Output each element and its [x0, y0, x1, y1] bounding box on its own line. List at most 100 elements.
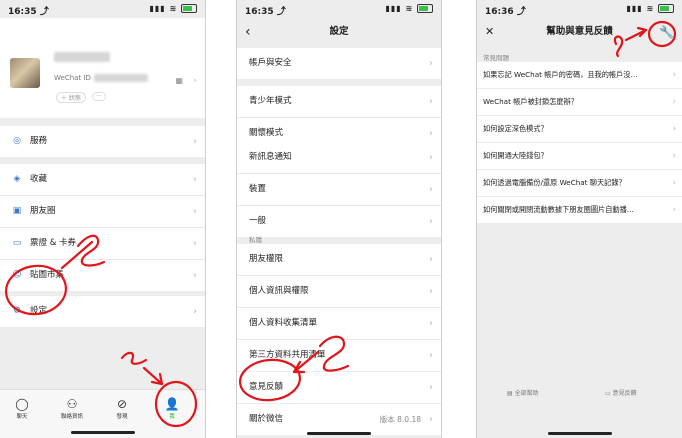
faq-item[interactable]: WeChat 帳戶被封鎖怎麼辦？ ›: [477, 89, 682, 116]
settings-item-devices[interactable]: 裝置 ›: [237, 174, 441, 206]
faq-item[interactable]: 如果忘記 WeChat 帳戶的密碼，且我的帳戶沒… ›: [477, 62, 682, 89]
profile-card[interactable]: WeChat ID ＋ 狀態 ··· ▦ ›: [0, 18, 205, 118]
item-label: 第三方資料共用清單: [249, 350, 326, 360]
item-label: 青少年模式: [249, 96, 292, 106]
settings-item-about[interactable]: 關於微信 版本 8.0.18 ›: [237, 404, 441, 435]
chevron-right-icon: ›: [672, 97, 676, 107]
chevron-right-icon: ›: [193, 174, 197, 185]
tab-chats[interactable]: ◯ 聊天: [2, 396, 42, 420]
phone-help-screen: 16:36 ⤴ ▮▮▮ ≋ ✕ 幫助與意見反饋 🔧 常見問題 如果忘記 WeCh…: [476, 0, 682, 438]
phone-settings-screen: 16:35 ⤴ ▮▮▮ ≋ ‹ 設定 帳戶與安全 › 青少年模式 › 關懷模式 › 新…: [236, 0, 442, 438]
settings-item-general[interactable]: 一般 ›: [237, 206, 441, 237]
status-pill[interactable]: ＋ 狀態: [56, 92, 86, 103]
faq-item[interactable]: 如何透過電腦備份/還原 WeChat 聊天記錄？ ›: [477, 170, 682, 197]
chevron-right-icon: ›: [193, 238, 197, 249]
faq-text: 如何設定深色模式？: [483, 124, 548, 133]
settings-item-personal-info[interactable]: 個人資訊與權限 ›: [237, 276, 441, 308]
close-icon[interactable]: ✕: [485, 18, 494, 46]
faq-section-header: 常見問題: [483, 54, 509, 62]
moments-icon: ▣: [12, 206, 22, 216]
chevron-right-icon: ›: [672, 124, 676, 134]
discover-icon: ⊘: [116, 397, 128, 411]
signal-icon: ▮▮▮ ≋: [386, 4, 433, 13]
contacts-icon: ⚇: [66, 397, 78, 411]
chevron-right-icon: ›: [429, 152, 433, 163]
nav-bar: ‹ 設定: [237, 18, 441, 46]
main-menu-group: ◈ 收藏 › ▣ 朋友圈 › ▭ 票證 & 卡券 › ☺ 貼圖市集 ›: [0, 164, 205, 291]
status-bar: 16:35 ⤴ ▮▮▮ ≋: [0, 0, 205, 18]
settings-item-third-party-sharing[interactable]: 第三方資料共用清單 ›: [237, 340, 441, 371]
item-label: 意見反饋: [249, 382, 284, 392]
settings-item-teen-mode[interactable]: 青少年模式 ›: [237, 86, 441, 118]
nav-bar: ✕ 幫助與意見反饋 🔧: [477, 18, 682, 46]
tab-label: 發現: [116, 414, 128, 420]
item-label: 帳戶與安全: [249, 58, 292, 68]
faq-text: WeChat 帳戶被封鎖怎麼辦？: [483, 97, 578, 106]
me-icon: 👤: [164, 397, 180, 411]
faq-list: 如果忘記 WeChat 帳戶的密碼，且我的帳戶沒… › WeChat 帳戶被封鎖怎…: [477, 62, 682, 224]
link-label: 意見反饋: [612, 390, 637, 397]
chevron-right-icon: ›: [429, 414, 433, 425]
chevron-right-icon: ›: [429, 216, 433, 227]
menu-label: 票證 & 卡券: [30, 238, 77, 248]
cards-icon: ▭: [12, 238, 22, 248]
list-icon: ▤: [507, 390, 515, 397]
avatar[interactable]: [10, 58, 40, 88]
settings-item-data-collection[interactable]: 個人資料收集清單 ›: [237, 308, 441, 340]
settings-item-account-security[interactable]: 帳戶與安全 ›: [237, 48, 441, 79]
battery-icon: [417, 4, 433, 13]
faq-item[interactable]: 如何開通大陸錢包？ ›: [477, 143, 682, 170]
chevron-right-icon: ›: [193, 136, 197, 147]
chat-icon: ◯: [15, 397, 29, 411]
signal-icon: ▮▮▮ ≋: [150, 4, 197, 13]
wrench-icon[interactable]: 🔧: [659, 18, 674, 46]
menu-item-settings[interactable]: ⚙ 設定 ›: [0, 296, 205, 327]
general-group: 新訊息通知 › 裝置 › 一般 ›: [237, 142, 441, 237]
item-label: 朋友權限: [249, 254, 284, 264]
all-help-link[interactable]: ▤ 全部幫助: [507, 388, 539, 397]
home-indicator: [547, 432, 612, 435]
tab-contacts[interactable]: ⚇ 聯絡資訊: [52, 396, 92, 420]
menu-item-services[interactable]: ◎ 服務 ›: [0, 126, 205, 157]
chevron-right-icon: ›: [672, 70, 676, 80]
qr-code-icon[interactable]: ▦: [175, 76, 183, 85]
more-pill[interactable]: ···: [92, 92, 106, 101]
status-time: 16:35 ⤴: [8, 7, 49, 17]
item-label: 關於微信: [249, 414, 284, 424]
blurred-name: [54, 52, 110, 62]
sticker-icon: ☺: [12, 270, 22, 280]
signal-icon: ▮▮▮ ≋: [627, 4, 674, 13]
back-arrow-icon[interactable]: ‹: [245, 18, 251, 46]
about-group: 關於微信 版本 8.0.18 ›: [237, 404, 441, 435]
message-icon: ▭: [605, 390, 613, 397]
menu-item-favorites[interactable]: ◈ 收藏 ›: [0, 164, 205, 196]
phone-me-screen: 16:35 ⤴ ▮▮▮ ≋ WeChat ID ＋ 狀態 ··· ▦ › ◎ 服務…: [0, 0, 206, 438]
status-time: 16:35 ⤴: [245, 7, 286, 17]
settings-item-feedback[interactable]: 意見反饋 ›: [237, 372, 441, 403]
feedback-link[interactable]: ▭ 意見反饋: [605, 388, 637, 397]
home-indicator: [70, 431, 135, 434]
item-label: 關懷模式: [249, 128, 284, 138]
faq-item[interactable]: 如何關閉或開閉流動數據下朋友圈圖片自動播… ›: [477, 197, 682, 224]
settings-item-friend-permissions[interactable]: 朋友權限 ›: [237, 244, 441, 276]
chevron-right-icon: ›: [429, 350, 433, 361]
status-bar: 16:36 ⤴ ▮▮▮ ≋: [477, 0, 682, 18]
feedback-group: 意見反饋 ›: [237, 372, 441, 403]
chevron-right-icon: ›: [672, 178, 676, 188]
chevron-right-icon: ›: [429, 318, 433, 329]
menu-item-moments[interactable]: ▣ 朋友圈 ›: [0, 196, 205, 228]
services-group: ◎ 服務 ›: [0, 126, 205, 157]
menu-item-cards[interactable]: ▭ 票證 & 卡券 ›: [0, 228, 205, 260]
home-indicator: [307, 432, 371, 435]
privacy-section-header: 私隱: [249, 236, 262, 244]
chevron-right-icon: ›: [429, 286, 433, 297]
tab-me[interactable]: 👤 我: [152, 396, 192, 420]
menu-label: 收藏: [30, 174, 48, 184]
chevron-right-icon: ›: [429, 58, 433, 69]
item-label: 個人資訊與權限: [249, 286, 309, 296]
gear-icon: ⚙: [12, 306, 22, 316]
menu-item-stickers[interactable]: ☺ 貼圖市集 ›: [0, 260, 205, 291]
tab-discover[interactable]: ⊘ 發現: [102, 396, 142, 420]
faq-item[interactable]: 如何設定深色模式？ ›: [477, 116, 682, 143]
settings-item-notifications[interactable]: 新訊息通知 ›: [237, 142, 441, 174]
